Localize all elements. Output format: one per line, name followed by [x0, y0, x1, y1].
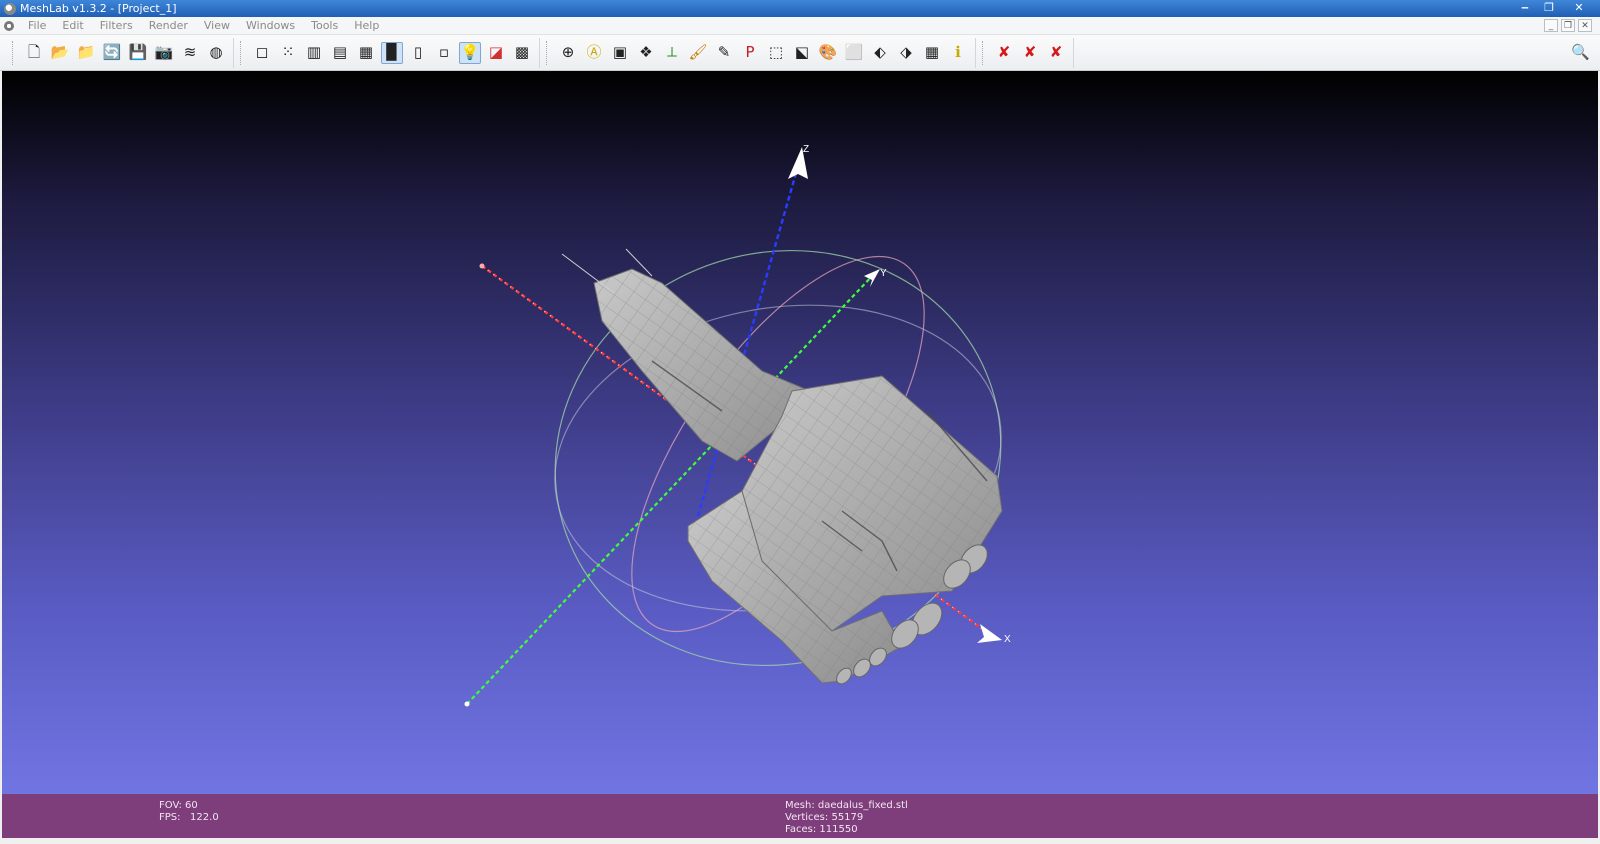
bbox-icon[interactable]: ◻	[251, 42, 273, 64]
select-vertices-icon[interactable]: ⬚	[765, 42, 787, 64]
view-info: FOV: 60 FPS: 122.0	[159, 800, 219, 824]
select-connected-icon[interactable]: ⬖	[869, 42, 891, 64]
fps-row: FPS: 122.0	[159, 812, 219, 824]
mesh-row: Mesh: daedalus_fixed.stl	[785, 800, 908, 812]
double-side-icon[interactable]: ▩	[511, 42, 533, 64]
document-menu-icon[interactable]	[4, 20, 14, 31]
minimize-button[interactable]: ‒	[1514, 0, 1536, 15]
faces-row: Faces: 111550	[785, 824, 908, 836]
align-icon[interactable]: ❖	[635, 42, 657, 64]
faces-label: Faces:	[785, 824, 817, 835]
import-mesh-icon[interactable]: 📁	[75, 42, 97, 64]
toolbar-group-render: ◻ ⁙ ▥ ▤ ▦ ▉ ▯ ▫ 💡 ◪ ▩	[234, 37, 540, 68]
light-icon[interactable]: 💡	[459, 41, 481, 64]
3d-viewport[interactable]: X Y Z	[2, 71, 1598, 794]
hidden-lines-icon[interactable]: ▤	[329, 42, 351, 64]
menu-help[interactable]: Help	[346, 19, 387, 32]
toolbar-grip[interactable]	[982, 40, 985, 65]
window-controls: ‒ ❐ ✕	[1514, 0, 1596, 15]
mdi-close-button[interactable]: ✕	[1578, 19, 1592, 32]
mdi-controls: _ ❐ ✕	[1544, 19, 1592, 32]
open-project-icon[interactable]: 📂	[49, 42, 71, 64]
menu-filters[interactable]: Filters	[92, 19, 141, 32]
toolbar-group-delete: ✘ ✘ ✘	[976, 37, 1074, 68]
mesh-model[interactable]	[561, 248, 1003, 687]
y-axis-label: Y	[880, 268, 887, 279]
fps-label: FPS:	[159, 812, 181, 823]
toolbar-grip[interactable]	[240, 40, 243, 65]
menu-render[interactable]: Render	[141, 19, 196, 32]
meshlab-app-icon	[4, 2, 16, 15]
info-icon[interactable]: ℹ	[947, 42, 969, 64]
status-panel: FOV: 60 FPS: 122.0 Mesh: daedalus_fixed.…	[2, 794, 1598, 838]
close-button[interactable]: ✕	[1562, 0, 1596, 15]
restore-button[interactable]: ❐	[1538, 0, 1560, 15]
select-faces-icon[interactable]: ⬕	[791, 42, 813, 64]
fov-row: FOV: 60	[159, 800, 219, 812]
toolbar-group-file: 🗋 📂 📁 🔄 💾 📷 ≋ ◍	[6, 37, 234, 68]
export-mesh-icon[interactable]: 💾	[127, 42, 149, 64]
color-icon[interactable]: 🎨	[817, 42, 839, 64]
mdi-minimize-button[interactable]: _	[1544, 19, 1558, 32]
flat-icon[interactable]: ▉	[381, 41, 403, 64]
backface-icon[interactable]: ◪	[485, 42, 507, 64]
toolbar-group-edit: ⊕ Ⓐ ▣ ❖ ⟂ 🖌 ✎ P ⬚ ⬕ 🎨 ⬜ ⬖ ⬗ ▦ ℹ	[540, 37, 976, 68]
vertices-label: Vertices:	[785, 812, 829, 823]
texture-icon[interactable]: ▫	[433, 42, 455, 64]
vertices-row: Vertices: 55179	[785, 812, 908, 824]
menu-edit[interactable]: Edit	[54, 19, 91, 32]
delete-edges-icon[interactable]: ✘	[1045, 42, 1067, 64]
axis-icon[interactable]: ⟂	[661, 42, 683, 64]
title-bar: MeshLab v1.3.2 - [Project_1] ‒ ❐ ✕	[0, 0, 1600, 17]
reload-icon[interactable]: 🔄	[101, 42, 123, 64]
flat-lines-icon[interactable]: ▦	[355, 42, 377, 64]
select-red-icon[interactable]: ⬗	[895, 42, 917, 64]
toolbar-grip[interactable]	[12, 40, 15, 65]
texture-param-icon[interactable]: ▣	[609, 42, 631, 64]
paint-icon[interactable]: 🖌	[687, 42, 709, 64]
search-icon[interactable]: 🔍	[1571, 43, 1590, 61]
menu-bar: File Edit Filters Render View Windows To…	[0, 17, 1600, 35]
mesh-info: Mesh: daedalus_fixed.stl Vertices: 55179…	[785, 800, 908, 836]
vertices-value: 55179	[831, 812, 864, 823]
x-axis-origin-dot	[479, 263, 485, 269]
delete-vertices-icon[interactable]: ✘	[1019, 42, 1041, 64]
mesh-antenna	[561, 253, 615, 294]
window-bottom-border	[0, 838, 1600, 844]
wireframe-icon[interactable]: ▥	[303, 42, 325, 64]
delete-faces-icon[interactable]: ✘	[993, 42, 1015, 64]
y-axis-arrow	[864, 269, 880, 287]
menu-tools[interactable]: Tools	[303, 19, 346, 32]
new-project-icon[interactable]: 🗋	[23, 42, 45, 64]
y-axis-origin-dot	[464, 701, 470, 707]
menu-view[interactable]: View	[196, 19, 238, 32]
points-icon[interactable]: ⁙	[277, 42, 299, 64]
x-axis-arrow	[977, 624, 1002, 643]
select-area-icon[interactable]: ⬜	[843, 42, 865, 64]
menu-file[interactable]: File	[20, 19, 54, 32]
smooth-icon[interactable]: ▯	[407, 42, 429, 64]
fps-value: 122.0	[190, 812, 219, 823]
fov-label: FOV:	[159, 800, 182, 811]
pickpoints-icon[interactable]: P	[739, 42, 761, 64]
scene-svg: X Y Z	[464, 144, 1011, 707]
trackball-icon[interactable]: ⊕	[557, 42, 579, 64]
mesh-name: daedalus_fixed.stl	[817, 800, 908, 811]
layers-icon[interactable]: ≋	[179, 42, 201, 64]
mesh-label: Mesh:	[785, 800, 815, 811]
menu-windows[interactable]: Windows	[238, 19, 303, 32]
main-toolbar: 🗋 📂 📁 🔄 💾 📷 ≋ ◍ ◻ ⁙ ▥ ▤ ▦ ▉ ▯ ▫ 💡 ◪ ▩ ⊕ Ⓐ ▣ ❖ ⟂ 🖌 ✎ P ⬚ ⬕ 🎨 ⬜ ⬖ ⬗ ▦ ℹ ✘ ✘ ✘ 🔍	[0, 35, 1600, 71]
raster-icon[interactable]: ▦	[921, 42, 943, 64]
faces-value: 111550	[819, 824, 858, 835]
mdi-restore-button[interactable]: ❐	[1561, 19, 1575, 32]
fov-value: 60	[185, 800, 198, 811]
snapshot-icon[interactable]: 📷	[153, 42, 175, 64]
x-axis-label: X	[1004, 634, 1011, 645]
annotation-icon[interactable]: Ⓐ	[583, 42, 605, 64]
view-icon[interactable]: ◍	[205, 42, 227, 64]
window-title: MeshLab v1.3.2 - [Project_1]	[20, 2, 177, 15]
brush-icon[interactable]: ✎	[713, 42, 735, 64]
toolbar-grip[interactable]	[546, 40, 549, 65]
z-axis-label: Z	[803, 144, 809, 155]
